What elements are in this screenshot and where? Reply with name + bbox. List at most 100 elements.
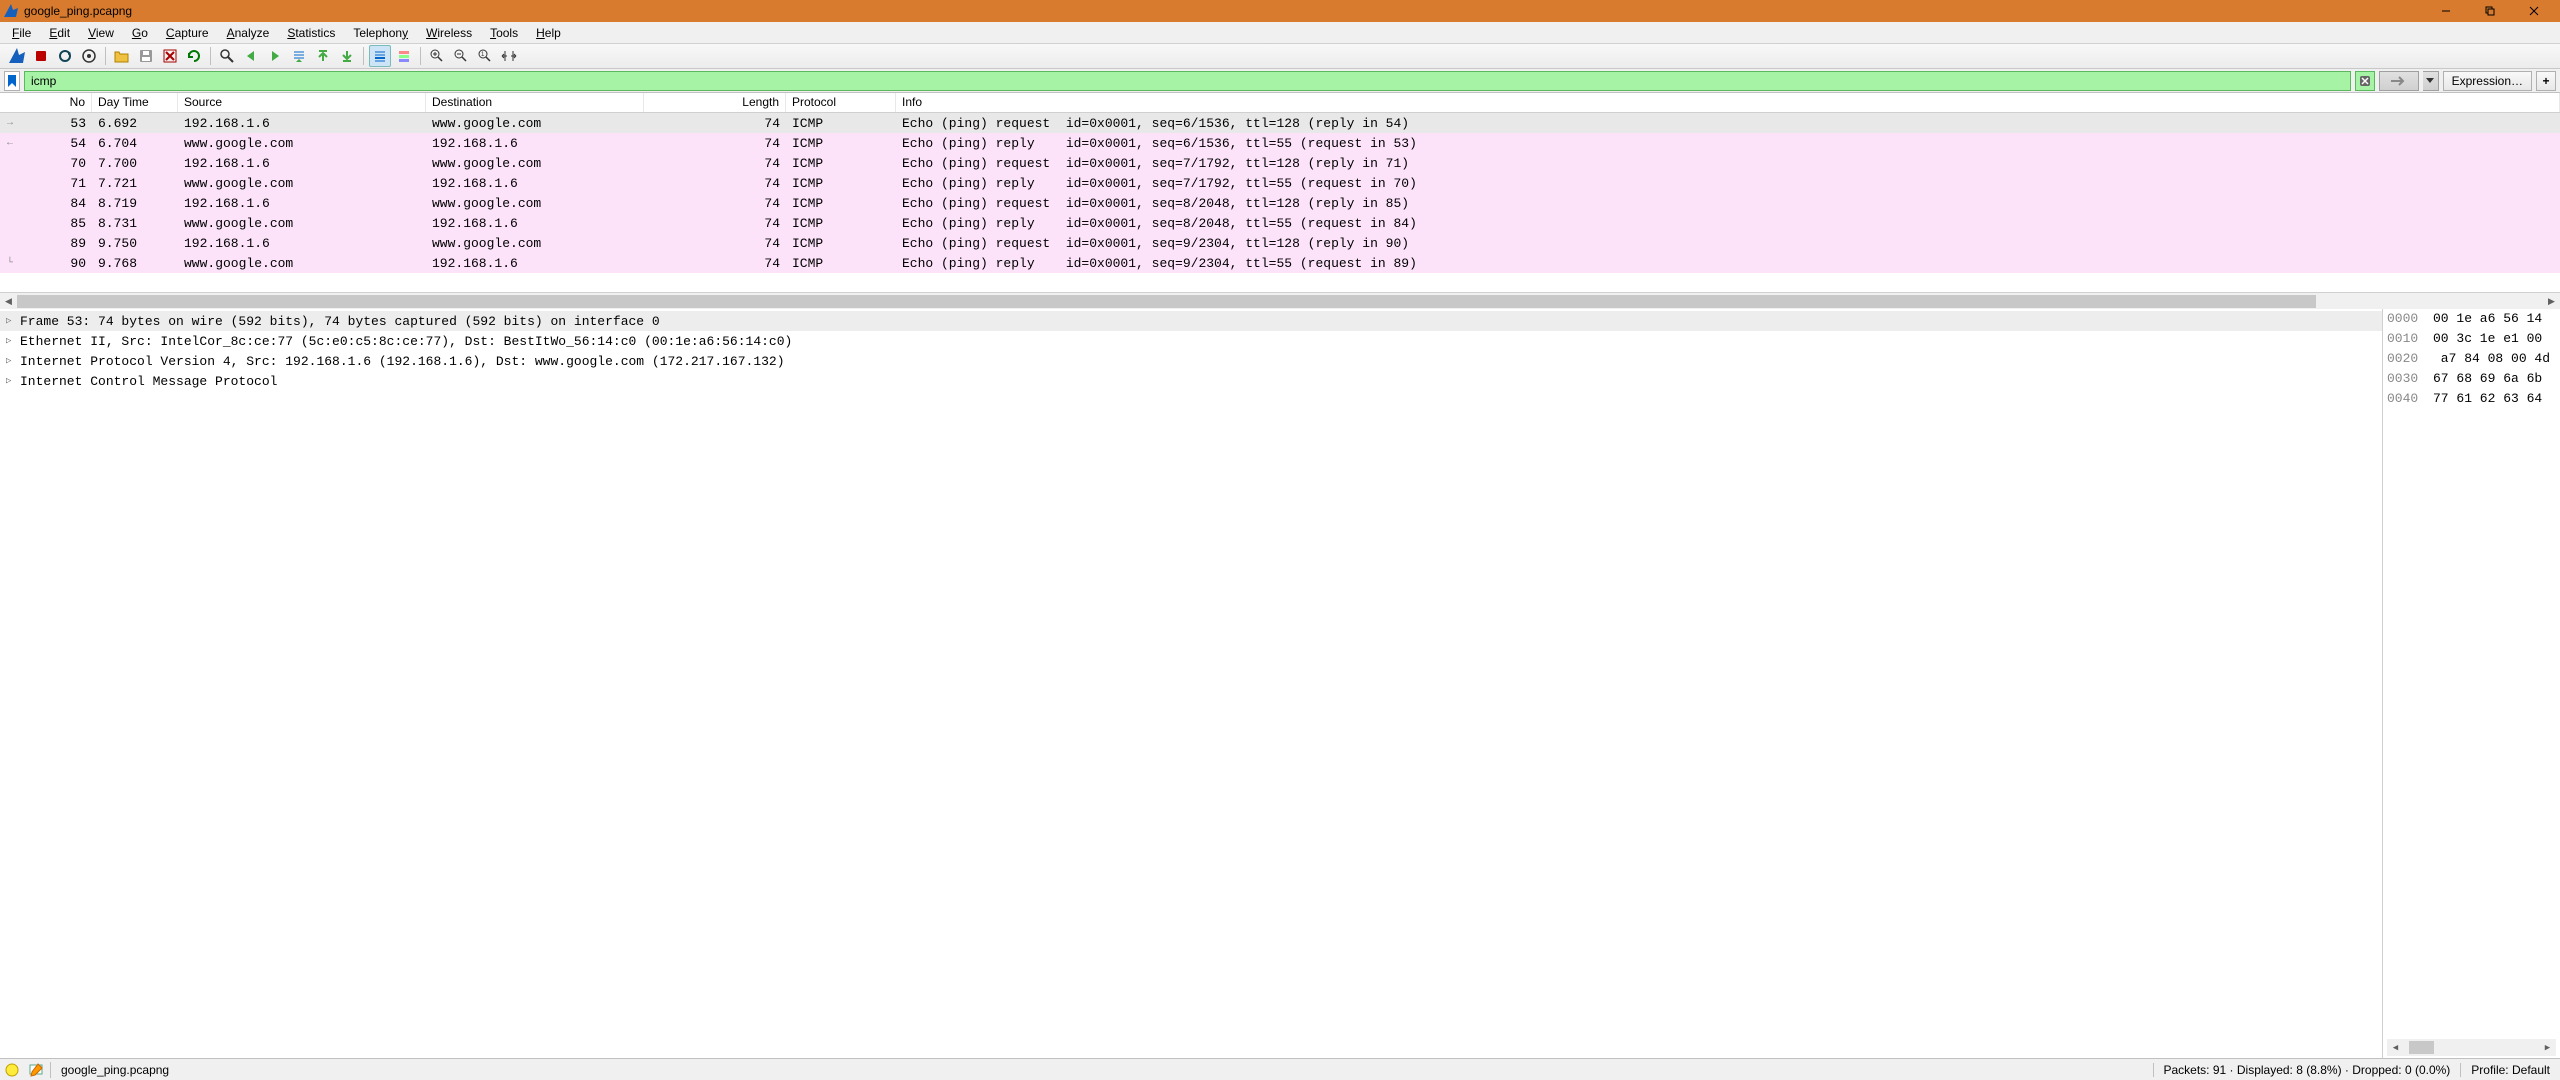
hex-row[interactable]: 0020 a7 84 08 00 4d [2387,351,2556,371]
start-capture-icon[interactable] [6,45,28,67]
expand-caret-icon[interactable]: ▷ [6,336,20,346]
col-header-info[interactable]: Info [896,93,2560,112]
col-header-length[interactable]: Length [644,93,786,112]
cell-protocol: ICMP [786,156,896,171]
detail-row[interactable]: ▷Internet Protocol Version 4, Src: 192.1… [0,351,2382,371]
expand-caret-icon[interactable]: ▷ [6,356,20,366]
hex-row[interactable]: 003067 68 69 6a 6b [2387,371,2556,391]
edit-capture-comment-icon[interactable] [24,1059,48,1080]
packet-row[interactable]: 899.750192.168.1.6www.google.com74ICMPEc… [0,233,2560,253]
detail-row[interactable]: ▷Internet Control Message Protocol [0,371,2382,391]
go-back-icon[interactable] [240,45,262,67]
detail-row[interactable]: ▷Frame 53: 74 bytes on wire (592 bits), … [0,311,2382,331]
bookmark-filter-icon[interactable] [4,71,20,91]
menu-view[interactable]: View [80,24,122,42]
display-filter-input[interactable] [24,71,2351,91]
hex-horizontal-scrollbar[interactable]: ◀ ▶ [2387,1039,2556,1056]
capture-options-icon[interactable] [78,45,100,67]
hex-row[interactable]: 001000 3c 1e e1 00 [2387,331,2556,351]
close-button[interactable] [2512,0,2556,22]
cell-protocol: ICMP [786,116,896,131]
scroll-left-icon[interactable]: ◀ [0,296,17,307]
expression-button[interactable]: Expression… [2443,71,2532,91]
hex-offset: 0030 [2387,371,2433,391]
detail-row[interactable]: ▷Ethernet II, Src: IntelCor_8c:ce:77 (5c… [0,331,2382,351]
apply-filter-button[interactable] [2379,71,2419,91]
packet-row[interactable]: 848.719192.168.1.6www.google.com74ICMPEc… [0,193,2560,213]
hex-row[interactable]: 004077 61 62 63 64 [2387,391,2556,411]
scroll-right-icon[interactable]: ▶ [2543,296,2560,307]
apply-filter-dropdown[interactable] [2423,71,2439,91]
goto-last-icon[interactable] [336,45,358,67]
resize-columns-icon[interactable] [498,45,520,67]
toolbar-separator [363,47,364,65]
add-filter-button[interactable]: + [2536,71,2556,91]
go-forward-icon[interactable] [264,45,286,67]
goto-first-icon[interactable] [312,45,334,67]
expert-info-icon[interactable] [0,1059,24,1080]
titlebar: google_ping.pcapng [0,0,2560,22]
open-file-icon[interactable] [111,45,133,67]
packet-bytes-pane[interactable]: 000000 1e a6 56 14001000 3c 1e e1 000020… [2383,309,2560,1058]
menu-analyze[interactable]: Analyze [219,24,278,42]
menu-file[interactable]: File [4,24,39,42]
menu-capture[interactable]: Capture [158,24,217,42]
packet-horizontal-scrollbar[interactable]: ◀ ▶ [0,292,2560,309]
hex-row[interactable]: 000000 1e a6 56 14 [2387,311,2556,331]
menu-statistics[interactable]: Statistics [279,24,343,42]
goto-packet-icon[interactable] [288,45,310,67]
cell-time: 7.700 [92,156,178,171]
minimize-button[interactable] [2424,0,2468,22]
hex-bytes: 00 1e a6 56 14 [2433,311,2542,331]
find-icon[interactable] [216,45,238,67]
packet-row[interactable]: 717.721www.google.com192.168.1.674ICMPEc… [0,173,2560,193]
cell-length: 74 [644,196,786,211]
packet-row[interactable]: ←546.704www.google.com192.168.1.674ICMPE… [0,133,2560,153]
menu-tools[interactable]: Tools [482,24,526,42]
scroll-thumb[interactable] [17,295,2316,308]
packet-row[interactable]: └909.768www.google.com192.168.1.674ICMPE… [0,253,2560,273]
cell-protocol: ICMP [786,256,896,271]
packet-row[interactable]: →536.692192.168.1.6www.google.com74ICMPE… [0,113,2560,133]
cell-source: www.google.com [178,256,426,271]
status-profile[interactable]: Profile: Default [2461,1063,2560,1077]
app-icon [4,4,18,18]
save-file-icon[interactable] [135,45,157,67]
scroll-thumb[interactable] [2409,1041,2433,1054]
scroll-right-icon[interactable]: ▶ [2539,1043,2556,1053]
packet-row[interactable]: 858.731www.google.com192.168.1.674ICMPEc… [0,213,2560,233]
window-title: google_ping.pcapng [24,4,2424,18]
col-header-source[interactable]: Source [178,93,426,112]
scroll-left-icon[interactable]: ◀ [2387,1043,2404,1053]
toolbar-separator [210,47,211,65]
restart-capture-icon[interactable] [54,45,76,67]
expand-caret-icon[interactable]: ▷ [6,376,20,386]
cell-source: www.google.com [178,136,426,151]
zoom-in-icon[interactable] [426,45,448,67]
maximize-button[interactable] [2468,0,2512,22]
packet-details-pane[interactable]: ▷Frame 53: 74 bytes on wire (592 bits), … [0,309,2383,1058]
hex-offset: 0020 [2387,351,2433,371]
menu-edit[interactable]: Edit [41,24,78,42]
cell-time: 9.768 [92,256,178,271]
packet-list-body[interactable]: →536.692192.168.1.6www.google.com74ICMPE… [0,113,2560,292]
reload-icon[interactable] [183,45,205,67]
menu-wireless[interactable]: Wireless [418,24,480,42]
col-header-no[interactable]: No [20,93,92,112]
expand-caret-icon[interactable]: ▷ [6,316,20,326]
clear-filter-icon[interactable] [2355,71,2375,91]
menu-help[interactable]: Help [528,24,569,42]
col-header-time[interactable]: Day Time [92,93,178,112]
menu-telephony[interactable]: Telephony [345,24,416,42]
close-file-icon[interactable] [159,45,181,67]
col-header-destination[interactable]: Destination [426,93,644,112]
menu-go[interactable]: Go [124,24,156,42]
stop-capture-icon[interactable] [30,45,52,67]
cell-time: 6.692 [92,116,178,131]
zoom-reset-icon[interactable]: 1 [474,45,496,67]
zoom-out-icon[interactable] [450,45,472,67]
colorize-icon[interactable] [393,45,415,67]
col-header-protocol[interactable]: Protocol [786,93,896,112]
auto-scroll-icon[interactable] [369,45,391,67]
packet-row[interactable]: 707.700192.168.1.6www.google.com74ICMPEc… [0,153,2560,173]
